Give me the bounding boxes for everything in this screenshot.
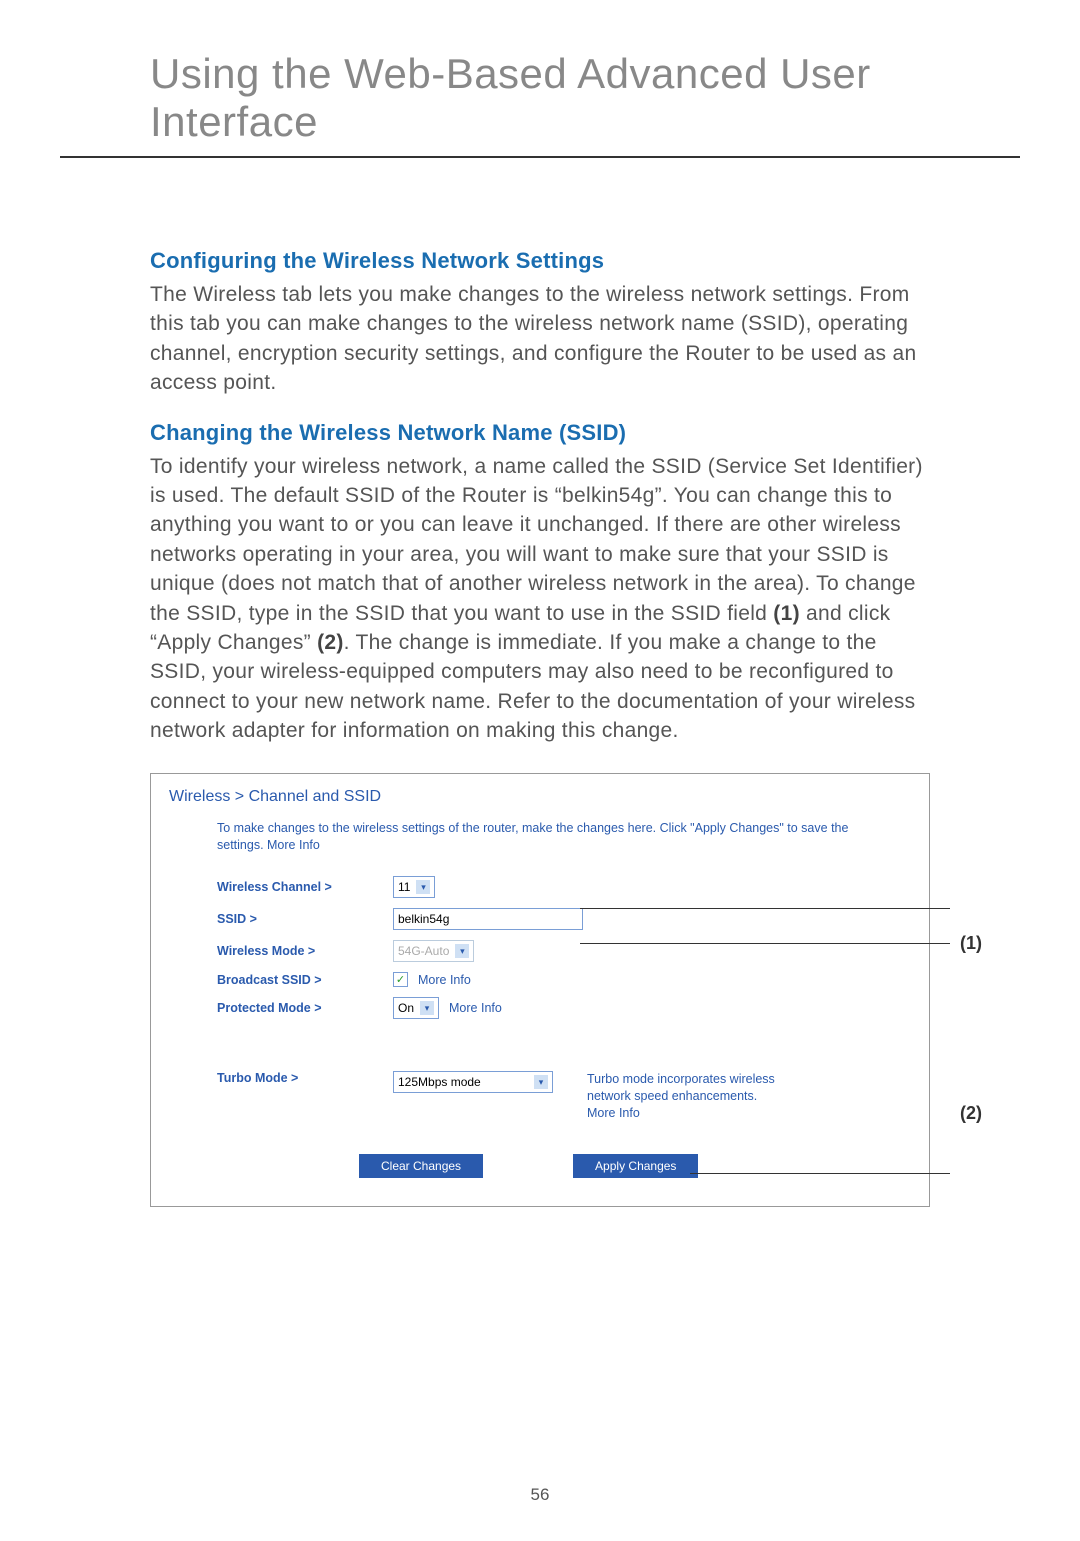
callout-1: (1) <box>960 933 982 954</box>
apply-changes-button[interactable]: Apply Changes <box>573 1154 698 1178</box>
protected-mode-value: On <box>398 1001 414 1015</box>
ref-1-inline: (1) <box>773 602 800 625</box>
turbo-mode-value: 125Mbps mode <box>398 1075 481 1089</box>
broadcast-ssid-checkbox[interactable]: ✓ <box>393 972 408 987</box>
chevron-down-icon: ▾ <box>416 880 430 894</box>
section-heading-ssid: Changing the Wireless Network Name (SSID… <box>150 420 930 446</box>
body-text-ssid-a: To identify your wireless network, a nam… <box>150 455 923 625</box>
wireless-mode-value: 54G-Auto <box>398 944 449 958</box>
protected-more-info-link[interactable]: More Info <box>449 1001 502 1015</box>
ref-2-inline: (2) <box>317 631 344 654</box>
row-turbo-mode: Turbo Mode > 125Mbps mode ▾ Turbo mode i… <box>217 1071 911 1122</box>
page-number: 56 <box>0 1485 1080 1505</box>
row-ssid: SSID > belkin54g <box>217 908 911 930</box>
breadcrumb: Wireless > Channel and SSID <box>169 788 911 806</box>
wireless-channel-value: 11 <box>398 880 410 894</box>
body-text-config: The Wireless tab lets you make changes t… <box>150 280 930 398</box>
wireless-mode-select[interactable]: 54G-Auto ▾ <box>393 940 474 962</box>
broadcast-more-info-link[interactable]: More Info <box>418 973 471 987</box>
chevron-down-icon: ▾ <box>420 1001 434 1015</box>
label-broadcast-ssid: Broadcast SSID > <box>217 973 393 987</box>
router-panel-wrap: Wireless > Channel and SSID To make chan… <box>150 773 930 1206</box>
callout-2: (2) <box>960 1103 982 1124</box>
ssid-value: belkin54g <box>398 912 449 926</box>
row-protected-mode: Protected Mode > On ▾ More Info <box>217 997 911 1019</box>
row-broadcast-ssid: Broadcast SSID > ✓ More Info <box>217 972 911 987</box>
chevron-down-icon: ▾ <box>534 1075 548 1089</box>
leader-line-1 <box>580 908 950 909</box>
label-turbo-mode: Turbo Mode > <box>217 1071 393 1085</box>
page-title: Using the Web-Based Advanced User Interf… <box>60 50 1020 158</box>
label-protected-mode: Protected Mode > <box>217 1001 393 1015</box>
router-panel: Wireless > Channel and SSID To make chan… <box>150 773 930 1206</box>
label-wireless-channel: Wireless Channel > <box>217 880 393 894</box>
leader-line-2 <box>690 1173 950 1174</box>
label-wireless-mode: Wireless Mode > <box>217 944 393 958</box>
leader-line-1b <box>580 943 950 944</box>
body-text-ssid: To identify your wireless network, a nam… <box>150 452 930 746</box>
section-heading-config: Configuring the Wireless Network Setting… <box>150 248 930 274</box>
turbo-mode-select[interactable]: 125Mbps mode ▾ <box>393 1071 553 1093</box>
label-ssid: SSID > <box>217 912 393 926</box>
chevron-down-icon: ▾ <box>455 944 469 958</box>
clear-changes-button[interactable]: Clear Changes <box>359 1154 483 1178</box>
turbo-mode-desc: Turbo mode incorporates wireless network… <box>587 1071 787 1122</box>
wireless-channel-select[interactable]: 11 ▾ <box>393 876 435 898</box>
panel-intro: To make changes to the wireless settings… <box>217 820 857 854</box>
row-wireless-channel: Wireless Channel > 11 ▾ <box>217 876 911 898</box>
protected-mode-select[interactable]: On ▾ <box>393 997 439 1019</box>
check-icon: ✓ <box>396 973 405 986</box>
ssid-input[interactable]: belkin54g <box>393 908 583 930</box>
